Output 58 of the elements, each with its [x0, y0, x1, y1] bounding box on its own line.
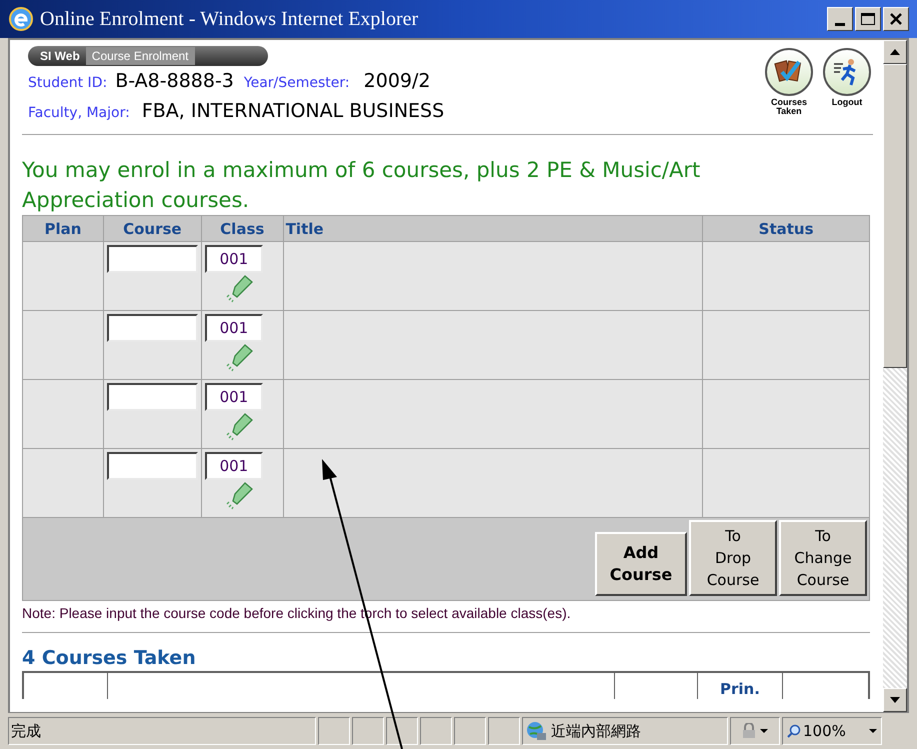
column-header: Class — [202, 216, 284, 241]
maximize-icon — [861, 13, 875, 25]
scrollbar-thumb[interactable] — [883, 64, 907, 368]
zoom-icon — [787, 724, 801, 738]
dropdown-caret-icon — [760, 729, 768, 733]
status-panel — [352, 717, 384, 745]
status-panel — [318, 717, 350, 745]
minimize-icon — [835, 23, 845, 26]
close-icon — [890, 13, 902, 25]
column-header: Title — [284, 216, 704, 241]
column-header: Plan — [23, 216, 104, 241]
flashlight-icon[interactable] — [224, 273, 255, 303]
maximize-button[interactable] — [855, 7, 881, 31]
enrolment-limit-notice: You may enrol in a maximum of 6 courses, plus 2 PE & Music/Art Appreciation courses. — [22, 157, 702, 214]
vertical-scrollbar[interactable] — [883, 40, 907, 712]
status-text: 完成 — [8, 717, 316, 745]
section-heading: 4 Courses Taken — [22, 646, 197, 671]
action-button[interactable]: Add Course — [595, 532, 687, 596]
scroll-down-icon — [890, 697, 900, 703]
status-panel — [488, 717, 520, 745]
scroll-up-icon — [890, 49, 900, 55]
course-input[interactable] — [106, 245, 198, 273]
window-title: Online Enrolment - Windows Internet Explorer — [40, 7, 418, 32]
browser-icon — [8, 6, 34, 32]
banner-title: Course Enrolment — [86, 47, 195, 65]
lock-icon — [742, 723, 756, 739]
globe-icon — [525, 721, 547, 741]
status-panel — [386, 717, 418, 745]
class-input[interactable]: 001 — [204, 314, 263, 342]
field-value: FBA, INTERNATIONAL BUSINESS — [142, 99, 444, 124]
status-panel — [420, 717, 452, 745]
field-value: B-A8-8888-3 — [115, 69, 234, 94]
zone-label: 近端內部網路 — [551, 720, 641, 742]
flashlight-icon[interactable] — [224, 480, 255, 510]
close-button[interactable] — [883, 7, 909, 31]
column-header: Course — [104, 216, 202, 241]
minimize-button[interactable] — [827, 7, 853, 31]
course-input[interactable] — [106, 452, 198, 480]
field-label: Student ID: — [28, 74, 108, 93]
class-input[interactable]: 001 — [204, 245, 263, 273]
security-button[interactable] — [730, 717, 780, 745]
field-value: 2009/2 — [364, 69, 430, 94]
column-header: Status — [758, 219, 815, 240]
column-header: Prin. — [720, 679, 760, 699]
dropdown-caret-icon — [869, 729, 877, 733]
class-input[interactable]: 001 — [204, 383, 263, 411]
action-button[interactable]: To Drop Course — [689, 520, 777, 596]
banner-label: SI Web — [40, 48, 81, 65]
field-label: Year/Semester: — [244, 74, 350, 93]
course-input[interactable] — [106, 314, 198, 342]
action-button[interactable]: To Change Course — [779, 520, 867, 596]
field-label: Faculty, Major: — [28, 104, 130, 123]
class-input[interactable]: 001 — [204, 452, 263, 480]
zoom-button[interactable]: 100% — [782, 717, 882, 745]
course-input[interactable] — [106, 383, 198, 411]
status-panel — [454, 717, 486, 745]
flashlight-icon[interactable] — [224, 411, 255, 441]
flashlight-icon[interactable] — [224, 342, 255, 372]
